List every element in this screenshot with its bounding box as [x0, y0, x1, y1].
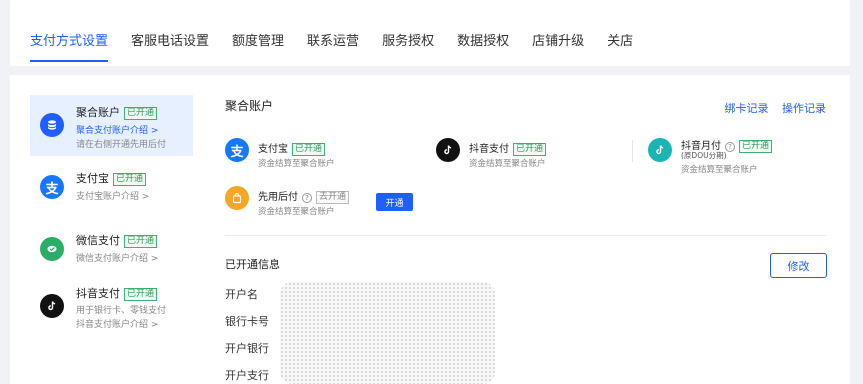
database-icon: [40, 113, 64, 137]
sidebar-item-wechat[interactable]: 微信支付 已开通 微信支付账户介绍 >: [30, 229, 193, 269]
tab-service-auth[interactable]: 服务授权: [382, 30, 434, 49]
page-title: 聚合账户: [225, 99, 274, 113]
wechat-pay-icon: [40, 237, 64, 261]
bag-icon: [225, 186, 249, 210]
divider: [225, 235, 826, 236]
payment-pay-later: 先用后付? 去开通 资金结算至聚合账户: [225, 186, 375, 218]
payment-desc: 资金结算至聚合账户: [258, 159, 335, 169]
field-label-card-number: 银行卡号: [225, 315, 269, 328]
payment-name: 支付宝 已开通: [258, 140, 326, 156]
tab-payment-settings[interactable]: 支付方式设置: [30, 30, 109, 62]
sidebar-item-desc: 用于银行卡、零钱支付: [76, 306, 167, 316]
payment-name: 先用后付? 去开通: [258, 188, 350, 204]
status-badge: 已开通: [124, 235, 158, 248]
douyin-monthly-icon: [648, 138, 672, 162]
sidebar-item-link[interactable]: 支付宝账户介绍 >: [76, 189, 149, 202]
masked-account-info: [280, 282, 495, 384]
header-links: 绑卡记录 操作记录: [715, 100, 827, 116]
sidebar-item-title: 微信支付 已开通: [76, 232, 158, 248]
status-badge: 已开通: [124, 107, 158, 120]
sidebar-item-link[interactable]: 微信支付账户介绍 >: [76, 251, 158, 264]
edit-button[interactable]: 修改: [770, 253, 827, 278]
section-title: 已开通信息: [225, 258, 280, 271]
tab-shop-upgrade[interactable]: 店铺升级: [532, 30, 584, 49]
sidebar-item-link[interactable]: 聚合支付账户介绍 >: [76, 123, 158, 136]
tab-close-shop[interactable]: 关店: [607, 30, 633, 49]
douyin-icon: [436, 138, 460, 162]
status-badge: 已开通: [513, 143, 547, 156]
sidebar-item-title: 抖音支付 已开通: [76, 285, 158, 301]
bind-card-records-link[interactable]: 绑卡记录: [725, 102, 769, 115]
status-badge: 已开通: [113, 173, 147, 186]
status-badge: 去开通: [316, 191, 350, 204]
payment-note: (原DOU分期): [681, 151, 727, 160]
sidebar-item-douyin[interactable]: 抖音支付 已开通 用于银行卡、零钱支付 抖音支付账户介绍 >: [30, 282, 193, 334]
help-icon[interactable]: ?: [302, 193, 312, 203]
sidebar-item-alipay[interactable]: 支 支付宝 已开通 支付宝账户介绍 >: [30, 167, 193, 207]
field-label-branch: 开户支行: [225, 369, 269, 382]
status-badge: 已开通: [124, 288, 158, 301]
douyin-icon: [40, 294, 64, 318]
tab-contact-ops[interactable]: 联系运营: [307, 30, 359, 49]
open-button[interactable]: 开通: [376, 193, 413, 211]
main-panel: 聚合账户 绑卡记录 操作记录 支 支付宝 已开通 资金结算至聚合账户 抖音支付 已开…: [203, 75, 850, 384]
payment-name: 抖音支付 已开通: [469, 140, 547, 156]
payment-desc: 资金结算至聚合账户: [681, 165, 758, 175]
field-label-bank: 开户银行: [225, 342, 269, 355]
tab-service-phone[interactable]: 客服电话设置: [131, 30, 209, 49]
alipay-icon: 支: [225, 138, 249, 162]
top-nav: 支付方式设置 客服电话设置 额度管理 联系运营 服务授权 数据授权 店铺升级 关…: [10, 0, 850, 66]
status-badge: 已开通: [739, 140, 773, 153]
payment-alipay: 支 支付宝 已开通 资金结算至聚合账户: [225, 138, 425, 170]
payment-desc: 资金结算至聚合账户: [469, 159, 546, 169]
alipay-icon: 支: [40, 175, 64, 199]
operation-records-link[interactable]: 操作记录: [782, 102, 826, 115]
payment-desc: 资金结算至聚合账户: [258, 207, 335, 217]
sidebar-item-aggregate[interactable]: 聚合账户 已开通 聚合支付账户介绍 > 请在右侧开通先用后付: [30, 95, 193, 156]
tab-list: 支付方式设置 客服电话设置 额度管理 联系运营 服务授权 数据授权 店铺升级 关…: [30, 30, 656, 62]
tab-data-auth[interactable]: 数据授权: [457, 30, 509, 49]
sidebar-item-link[interactable]: 抖音支付账户介绍 >: [76, 317, 158, 330]
field-label-account-name: 开户名: [225, 288, 258, 301]
payment-douyin-monthly: 抖音月付? 已开通 (原DOU分期) 资金结算至聚合账户: [648, 138, 828, 178]
sidebar-item-title: 聚合账户 已开通: [76, 104, 158, 120]
divider: [632, 140, 633, 162]
status-badge: 已开通: [292, 143, 326, 156]
sidebar-item-title: 支付宝 已开通: [76, 170, 147, 186]
sidebar-item-hint: 请在右侧开通先用后付: [76, 140, 167, 150]
sidebar: 聚合账户 已开通 聚合支付账户介绍 > 请在右侧开通先用后付 支 支付宝 已开通 支…: [10, 75, 203, 384]
payment-douyin: 抖音支付 已开通 资金结算至聚合账户: [436, 138, 616, 170]
tab-quota[interactable]: 额度管理: [232, 30, 284, 49]
